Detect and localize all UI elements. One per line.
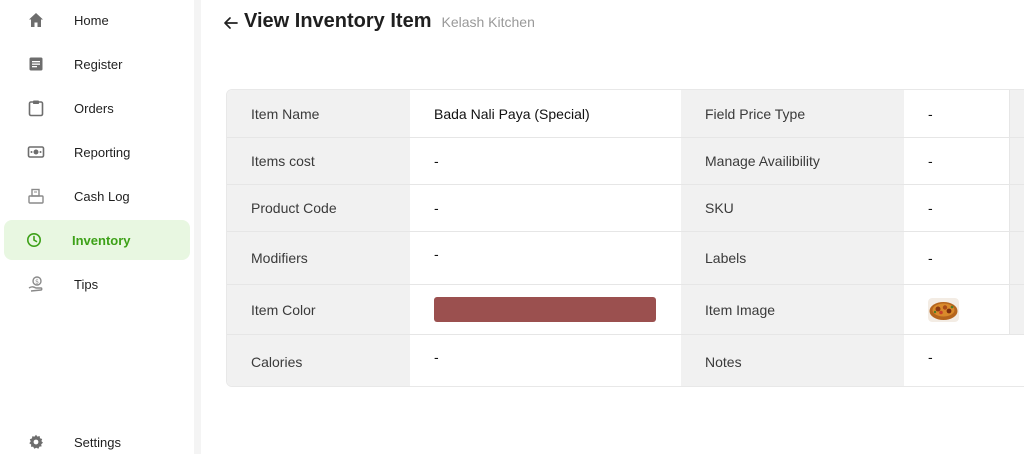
- page-title: View Inventory Item: [244, 10, 432, 32]
- clock-icon: [24, 230, 44, 250]
- field-label: Manage Availibility: [681, 138, 904, 184]
- page-header: View Inventory Item Kelash Kitchen: [222, 10, 535, 36]
- field-value: Bada Nali Paya (Special): [410, 90, 681, 137]
- overflow-column: [1009, 232, 1024, 284]
- back-arrow-icon[interactable]: [222, 14, 240, 32]
- field-value: -: [904, 185, 1009, 231]
- sidebar-item-cash-log[interactable]: Cash Log: [4, 176, 190, 216]
- field-value: -: [410, 185, 681, 231]
- sidebar: Home Register Orders Reporting Cash Log …: [0, 0, 194, 454]
- field-label: Calories: [227, 335, 410, 386]
- overflow-column: [1009, 90, 1024, 137]
- svg-text:$: $: [35, 278, 39, 285]
- table-row: Item Name Bada Nali Paya (Special) Field…: [227, 90, 1024, 137]
- sidebar-item-reporting[interactable]: Reporting: [4, 132, 190, 172]
- overflow-column: [1009, 185, 1024, 231]
- sidebar-item-label: Home: [74, 12, 109, 28]
- home-icon: [26, 10, 46, 30]
- field-value: -: [904, 90, 1009, 137]
- field-label: Product Code: [227, 185, 410, 231]
- overflow-column: [1009, 138, 1024, 184]
- field-label: Item Color: [227, 285, 410, 334]
- sidebar-item-tips[interactable]: $ Tips: [4, 264, 190, 304]
- field-value: -: [410, 232, 681, 284]
- field-label: Item Image: [681, 285, 904, 334]
- sidebar-item-home[interactable]: Home: [4, 0, 190, 40]
- field-value: -: [904, 335, 1024, 386]
- sidebar-item-label: Orders: [74, 100, 114, 116]
- sidebar-item-label: Tips: [74, 276, 99, 292]
- sidebar-item-label: Cash Log: [74, 188, 130, 204]
- sidebar-item-register[interactable]: Register: [4, 44, 190, 84]
- sidebar-item-label: Register: [74, 56, 123, 72]
- table-row: Item Color Item Image: [227, 284, 1024, 334]
- table-row: Calories - Notes -: [227, 334, 1024, 386]
- item-color-swatch: [434, 297, 656, 322]
- sidebar-item-inventory[interactable]: Inventory: [4, 220, 190, 260]
- overflow-column: [1009, 285, 1024, 334]
- item-image-cell: [904, 285, 1009, 334]
- reporting-icon: [26, 142, 46, 162]
- field-label: Labels: [681, 232, 904, 284]
- field-label: SKU: [681, 185, 904, 231]
- field-value: -: [904, 138, 1009, 184]
- sidebar-item-settings[interactable]: Settings: [4, 422, 190, 454]
- field-value: -: [410, 335, 681, 386]
- table-row: Modifiers - Labels -: [227, 231, 1024, 284]
- sidebar-item-label: Reporting: [74, 144, 131, 160]
- table-row: Items cost - Manage Availibility -: [227, 137, 1024, 184]
- field-label: Modifiers: [227, 232, 410, 284]
- cash-register-icon: [26, 186, 46, 206]
- sidebar-item-label: Inventory: [72, 232, 131, 248]
- tips-icon: $: [26, 274, 46, 294]
- table-row: Product Code - SKU -: [227, 184, 1024, 231]
- field-label: Field Price Type: [681, 90, 904, 137]
- clipboard-icon: [26, 98, 46, 118]
- register-icon: [26, 54, 46, 74]
- field-label: Notes: [681, 335, 904, 386]
- page-subtitle: Kelash Kitchen: [441, 14, 535, 30]
- sidebar-item-orders[interactable]: Orders: [4, 88, 190, 128]
- field-label: Item Name: [227, 90, 410, 137]
- item-color-cell: [410, 285, 681, 334]
- field-value: -: [410, 138, 681, 184]
- field-value: -: [904, 232, 1009, 284]
- item-image-thumbnail[interactable]: [928, 297, 959, 322]
- sidebar-item-label: Settings: [74, 434, 121, 450]
- field-label: Items cost: [227, 138, 410, 184]
- gear-icon: [26, 432, 46, 452]
- item-details-table: Item Name Bada Nali Paya (Special) Field…: [226, 89, 1024, 387]
- sidebar-divider: [194, 0, 201, 454]
